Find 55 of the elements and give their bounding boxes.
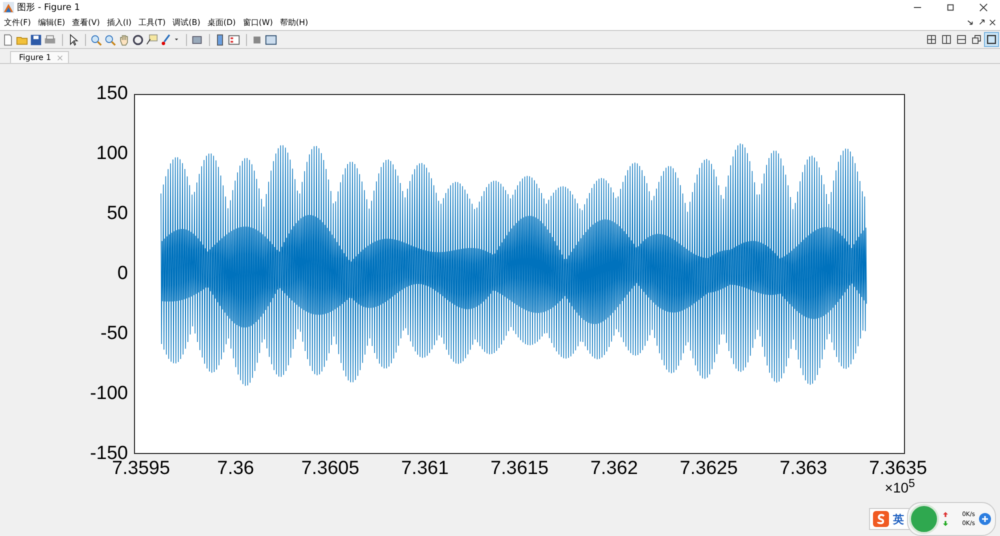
x-tick-label: 7.3615 [489, 458, 550, 480]
window-title: 图形 - Figure 1 [17, 2, 80, 14]
maximize-icon[interactable] [985, 33, 998, 46]
undock-icon[interactable] [978, 19, 985, 26]
y-tick-label: 100 [96, 144, 128, 164]
menu-item[interactable]: 调试(B) [172, 17, 200, 28]
data-cursor-icon[interactable] [146, 34, 158, 46]
menu-item[interactable]: 文件(F) [4, 17, 31, 28]
menu-item[interactable]: 编辑(E) [38, 17, 66, 28]
up-arrow-icon [943, 512, 948, 517]
menu-item[interactable]: 插入(I) [106, 17, 132, 28]
x-tick-label: 7.363 [778, 458, 828, 480]
pointer-icon[interactable] [67, 34, 79, 46]
down-arrow-icon [943, 521, 948, 526]
colorbar-icon[interactable] [214, 34, 226, 46]
x-tick-label: 7.361 [400, 458, 450, 480]
ime-logo-icon[interactable] [873, 511, 890, 527]
y-tick-label: 50 [106, 204, 128, 224]
y-tick-label: 150 [96, 84, 128, 104]
axis-exponent: ×10$^{5}$ [884, 476, 915, 496]
ime-mode-label[interactable]: 英 [893, 512, 904, 526]
zoom-in-icon[interactable] [90, 34, 102, 46]
close-icon[interactable] [989, 19, 996, 26]
plus-icon[interactable] [979, 513, 991, 525]
x-tick-label: 7.362 [589, 458, 639, 480]
menu-item[interactable]: 查看(V) [72, 17, 100, 28]
x-tick-label: 7.36 [216, 458, 256, 480]
columns-layout-icon[interactable] [940, 33, 953, 46]
grid-layout-icon[interactable] [925, 33, 938, 46]
new-file-icon[interactable] [2, 34, 14, 46]
rows-layout-icon[interactable] [955, 33, 968, 46]
x-tick-label: 7.3625 [678, 458, 739, 480]
caret-icon[interactable] [174, 37, 179, 42]
zoom-out-icon[interactable] [104, 34, 116, 46]
menu-item[interactable]: 工具(T) [138, 17, 166, 28]
y-tick-label: -50 [100, 324, 128, 344]
legend-icon[interactable] [228, 34, 240, 46]
menu-item[interactable]: 桌面(D) [207, 17, 236, 28]
y-tick-label: 0 [117, 264, 128, 284]
x-tick-label: 7.3605 [300, 458, 360, 480]
menu-item[interactable]: 窗口(W) [242, 17, 273, 28]
figure-tab[interactable]: Figure 1 [10, 51, 70, 63]
y-tick-label: -100 [90, 384, 128, 404]
brush-icon[interactable] [160, 34, 172, 46]
restore-icon[interactable] [946, 3, 955, 12]
menu-item[interactable]: 帮助(H) [280, 17, 308, 28]
dock-icon[interactable] [967, 19, 974, 26]
close-icon[interactable] [979, 3, 988, 12]
save-icon[interactable] [30, 34, 42, 46]
print-icon[interactable] [44, 34, 56, 46]
show-tools-icon[interactable] [265, 34, 277, 46]
x-tick-label: 7.3635 [868, 458, 928, 479]
float-icon[interactable] [970, 33, 983, 46]
gauge-icon [909, 504, 940, 534]
app-icon [3, 2, 14, 13]
